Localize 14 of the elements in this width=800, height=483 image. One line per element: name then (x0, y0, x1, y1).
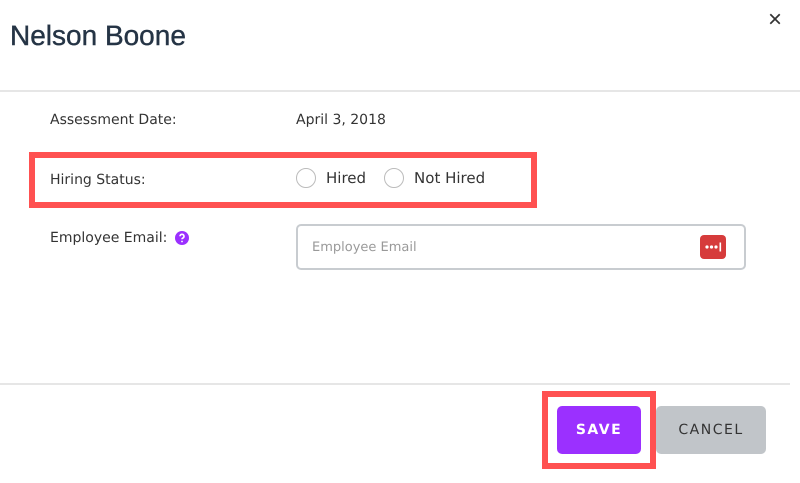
radio-button[interactable] (384, 168, 404, 188)
close-button[interactable]: × (764, 6, 786, 34)
cancel-button[interactable]: CANCEL (656, 406, 766, 454)
field-label: Employee Email: (50, 230, 168, 246)
email-field[interactable]: Employee Email (296, 224, 746, 270)
save-button[interactable]: SAVE (557, 406, 641, 454)
radio-button[interactable] (296, 168, 316, 188)
field-value: April 3, 2018 (296, 111, 386, 128)
field-label: Assessment Date: (50, 112, 177, 128)
dialog-title: Nelson Boone (10, 20, 187, 52)
field-label: Hiring Status: (50, 172, 146, 188)
password-manager-icon[interactable] (700, 235, 726, 259)
radio-label[interactable]: Hired (326, 169, 366, 187)
radio-label[interactable]: Not Hired (414, 169, 486, 187)
